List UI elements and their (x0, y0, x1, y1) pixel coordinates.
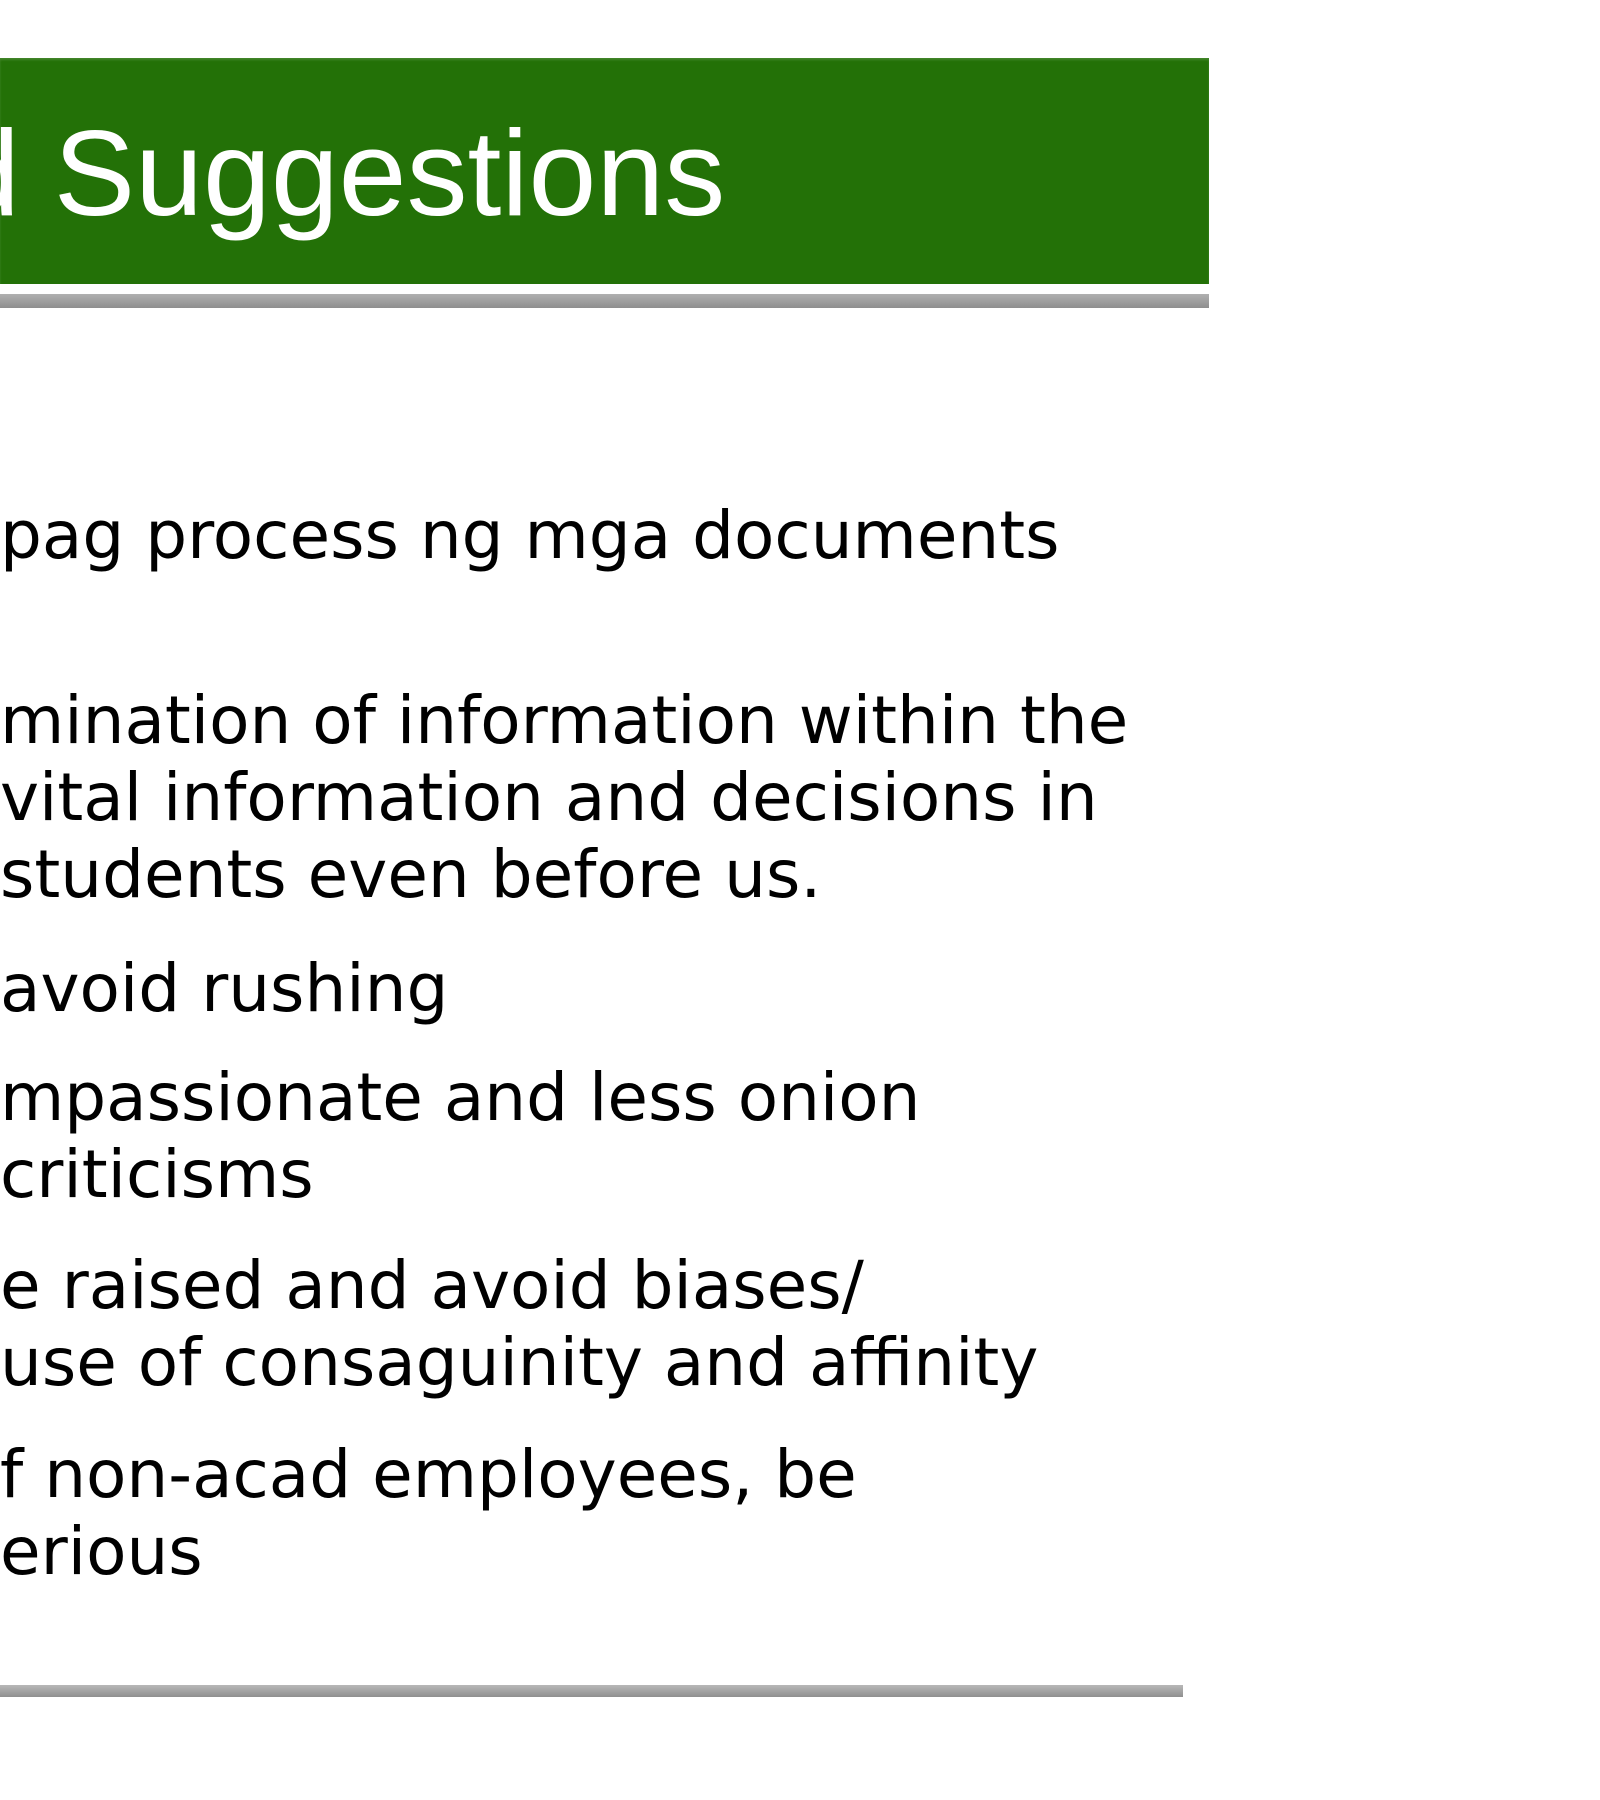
suggestion-line: students even before us. (0, 836, 822, 913)
suggestion-line: pag process ng mga documents (0, 497, 1060, 574)
suggestion-line: mination of information within the (0, 682, 1129, 759)
suggestion-line: vital information and decisions in (0, 759, 1098, 836)
suggestion-line: mpassionate and less onion (0, 1059, 921, 1136)
bottom-rule (0, 1685, 1183, 1697)
suggestion-line: avoid rushing (0, 950, 449, 1027)
suggestion-line: criticisms (0, 1136, 314, 1213)
suggestion-line: f non-acad employees, be (0, 1436, 857, 1513)
suggestion-line: e raised and avoid biases/ (0, 1247, 864, 1324)
suggestion-line: erious (0, 1513, 203, 1590)
slide-title: d Suggestions (0, 105, 726, 241)
title-underline (0, 294, 1209, 308)
slide: d Suggestions pag process ng mga documen… (0, 0, 1600, 1800)
suggestion-line: use of consaguinity and affinity (0, 1324, 1039, 1401)
